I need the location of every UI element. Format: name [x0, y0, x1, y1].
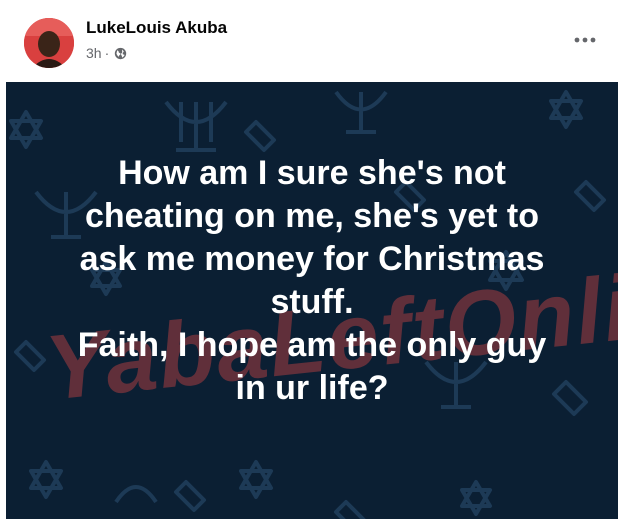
text-line: How am I sure she's not: [118, 154, 506, 192]
text-line: stuff.: [270, 283, 354, 321]
more-options-icon: [574, 37, 596, 43]
meta-separator: ·: [104, 45, 110, 61]
facebook-post: LukeLouis Akuba 3h · YabaLeftOnline How …: [0, 0, 618, 519]
post-image[interactable]: YabaLeftOnline How am I sure she's not c…: [6, 82, 618, 519]
author-name[interactable]: LukeLouis Akuba: [86, 18, 227, 38]
more-options-button[interactable]: [570, 28, 600, 52]
timestamp[interactable]: 3h: [86, 45, 102, 61]
post-meta: 3h ·: [86, 45, 127, 61]
text-line: cheating on me, she's yet to: [85, 197, 539, 235]
post-image-text: How am I sure she's not cheating on me, …: [6, 152, 618, 410]
text-line: Faith, I hope am the only guy: [77, 326, 547, 364]
globe-icon: [114, 47, 127, 60]
text-line: ask me money for Christmas: [79, 240, 545, 278]
text-line: in ur life?: [235, 369, 389, 407]
avatar[interactable]: [24, 18, 74, 68]
post-header: LukeLouis Akuba 3h ·: [0, 0, 618, 82]
